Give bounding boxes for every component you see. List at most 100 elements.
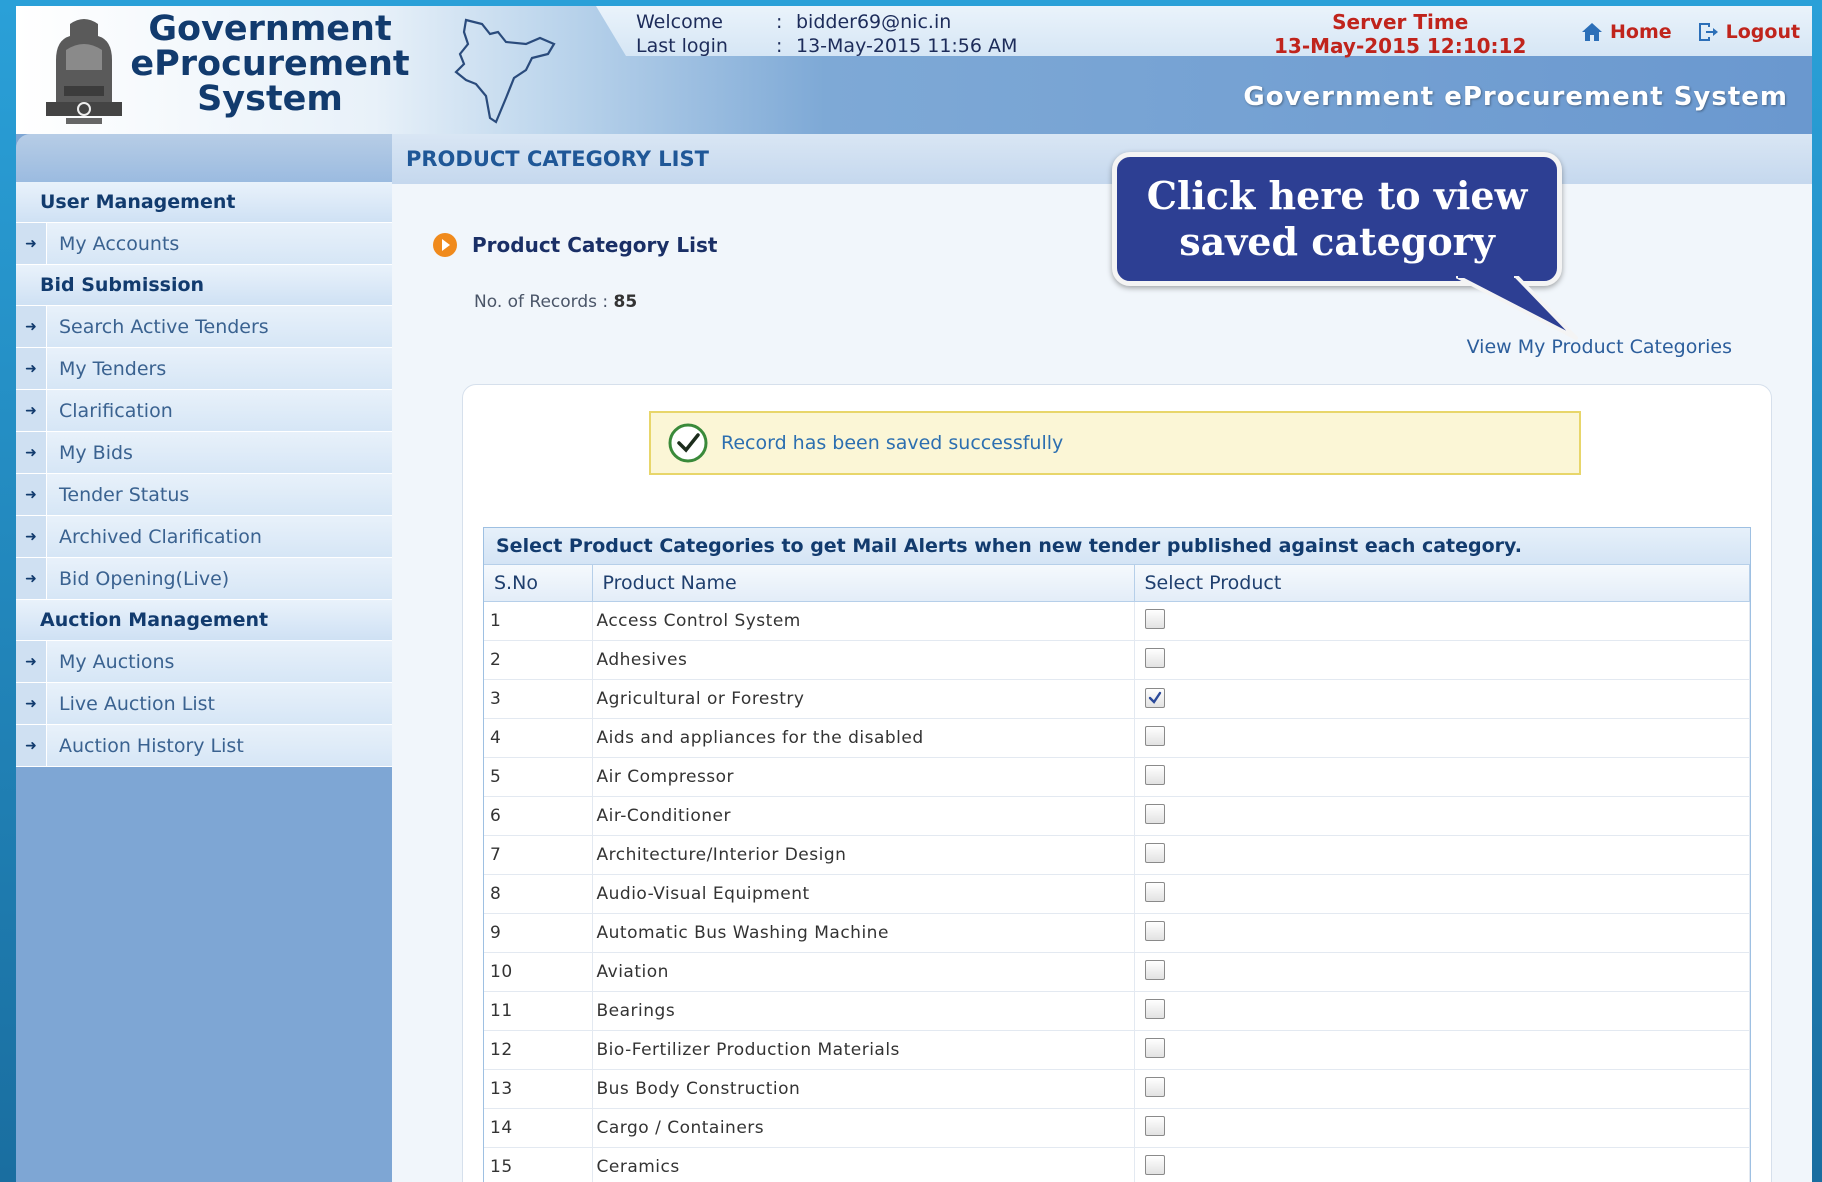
row-select-cell [1134, 835, 1750, 875]
logo-line: eProcurement [130, 44, 410, 84]
window-frame: Government eProcurement System Welcome :… [0, 0, 1822, 1182]
row-sno: 9 [484, 913, 593, 953]
sidebar-section-auction-management: Auction Management [16, 600, 392, 641]
select-product-checkbox[interactable] [1144, 959, 1165, 980]
table-row: 6 Air-Conditioner [484, 796, 1750, 836]
sidebar-item-my-bids[interactable]: ➜ My Bids [16, 432, 392, 474]
arrow-right-icon: ➜ [16, 306, 47, 347]
column-header-select-product: Select Product [1134, 565, 1750, 602]
select-product-checkbox[interactable] [1144, 881, 1165, 902]
sidebar-item-label: Archived Clarification [47, 516, 392, 557]
header: Government eProcurement System Welcome :… [16, 6, 1812, 134]
server-time-value: 13-May-2015 12:10:12 [1274, 34, 1527, 58]
site-logo[interactable]: Government eProcurement System [130, 12, 410, 117]
sidebar-item-clarification[interactable]: ➜ Clarification [16, 390, 392, 432]
row-product-name: Aids and appliances for the disabled [592, 718, 1135, 758]
sidebar-item-label: Live Auction List [47, 683, 392, 724]
arrow-right-icon: ➜ [16, 348, 47, 389]
table-row: 4 Aids and appliances for the disabled [484, 718, 1750, 758]
sidebar-item-bid-opening-live[interactable]: ➜ Bid Opening(Live) [16, 558, 392, 600]
sidebar-item-label: My Accounts [47, 223, 392, 264]
select-product-checkbox[interactable] [1144, 1076, 1165, 1097]
sidebar-section-user-management: User Management [16, 182, 392, 223]
product-category-table: S.No Product Name Select Product 1 Access… [484, 565, 1750, 1182]
welcome-user: bidder69@nic.in [796, 11, 952, 33]
row-select-cell [1134, 874, 1750, 914]
row-sno: 3 [484, 679, 593, 719]
national-emblem-icon [46, 19, 122, 124]
column-header-product-name: Product Name [592, 565, 1135, 602]
home-link[interactable]: Home [1580, 20, 1672, 44]
arrow-right-icon: ➜ [16, 558, 47, 599]
sidebar-section-bid-submission: Bid Submission [16, 265, 392, 306]
sidebar-item-search-active-tenders[interactable]: ➜ Search Active Tenders [16, 306, 392, 348]
last-login-label: Last login [636, 35, 728, 57]
sidebar-item-my-auctions[interactable]: ➜ My Auctions [16, 641, 392, 683]
logout-link[interactable]: Logout [1696, 20, 1800, 44]
sidebar-item-live-auction-list[interactable]: ➜ Live Auction List [16, 683, 392, 725]
select-product-checkbox[interactable] [1144, 608, 1165, 629]
row-select-cell [1134, 913, 1750, 953]
row-sno: 5 [484, 757, 593, 797]
row-product-name: Air-Conditioner [592, 796, 1135, 836]
select-product-checkbox[interactable] [1144, 764, 1165, 785]
select-product-checkbox[interactable] [1144, 1037, 1165, 1058]
arrow-right-icon: ➜ [16, 683, 47, 724]
home-label: Home [1610, 21, 1672, 43]
row-product-name: Cargo / Containers [592, 1108, 1135, 1148]
sidebar-item-tender-status[interactable]: ➜ Tender Status [16, 474, 392, 516]
select-product-checkbox[interactable] [1144, 803, 1165, 824]
arrow-right-icon: ➜ [16, 641, 47, 682]
row-sno: 6 [484, 796, 593, 836]
row-select-cell [1134, 679, 1750, 719]
select-product-checkbox[interactable] [1144, 842, 1165, 863]
row-product-name: Aviation [592, 952, 1135, 992]
sidebar-item-label: Search Active Tenders [47, 306, 392, 347]
row-sno: 1 [484, 601, 593, 641]
sidebar-item-my-accounts[interactable]: ➜ My Accounts [16, 223, 392, 265]
server-time-label: Server Time [1332, 10, 1469, 34]
arrow-right-icon: ➜ [16, 432, 47, 473]
select-product-checkbox[interactable] [1144, 1154, 1165, 1175]
row-product-name: Automatic Bus Washing Machine [592, 913, 1135, 953]
row-select-cell [1134, 757, 1750, 797]
row-product-name: Air Compressor [592, 757, 1135, 797]
table-row: 12 Bio-Fertilizer Production Materials [484, 1030, 1750, 1070]
row-sno: 13 [484, 1069, 593, 1109]
select-product-checkbox[interactable] [1144, 647, 1165, 668]
row-product-name: Bio-Fertilizer Production Materials [592, 1030, 1135, 1070]
record-count: No. of Records : 85 [474, 292, 637, 312]
select-product-checkbox[interactable] [1144, 725, 1165, 746]
records-value: 85 [613, 292, 638, 312]
checkmark-icon [1148, 691, 1161, 704]
success-message: Record has been saved successfully [649, 411, 1581, 475]
content-panel: Record has been saved successfully Selec… [462, 384, 1772, 1182]
select-product-checkbox[interactable] [1144, 1115, 1165, 1136]
row-sno: 14 [484, 1108, 593, 1148]
row-select-cell [1134, 1069, 1750, 1109]
sidebar-item-my-tenders[interactable]: ➜ My Tenders [16, 348, 392, 390]
select-product-checkbox[interactable] [1144, 687, 1165, 708]
arrow-right-icon: ➜ [16, 725, 47, 766]
row-select-cell [1134, 991, 1750, 1031]
logo-line: System [197, 79, 343, 119]
main-content: PRODUCT CATEGORY LIST Product Category L… [392, 134, 1812, 1182]
logout-label: Logout [1725, 21, 1801, 43]
separator: : [776, 11, 783, 33]
table-row: 10 Aviation [484, 952, 1750, 992]
sidebar-item-auction-history-list[interactable]: ➜ Auction History List [16, 725, 392, 767]
row-select-cell [1134, 1147, 1750, 1182]
row-select-cell [1134, 601, 1750, 641]
logo-line: Government [148, 9, 392, 49]
row-sno: 12 [484, 1030, 593, 1070]
select-product-checkbox[interactable] [1144, 998, 1165, 1019]
table-row: 1 Access Control System [484, 601, 1750, 641]
row-sno: 10 [484, 952, 593, 992]
row-sno: 2 [484, 640, 593, 680]
select-product-checkbox[interactable] [1144, 920, 1165, 941]
sidebar-item-label: Bid Opening(Live) [47, 558, 392, 599]
row-sno: 15 [484, 1147, 593, 1182]
callout-pointer [1456, 276, 1578, 340]
records-label: No. of Records : [474, 292, 614, 312]
sidebar-item-archived-clarification[interactable]: ➜ Archived Clarification [16, 516, 392, 558]
